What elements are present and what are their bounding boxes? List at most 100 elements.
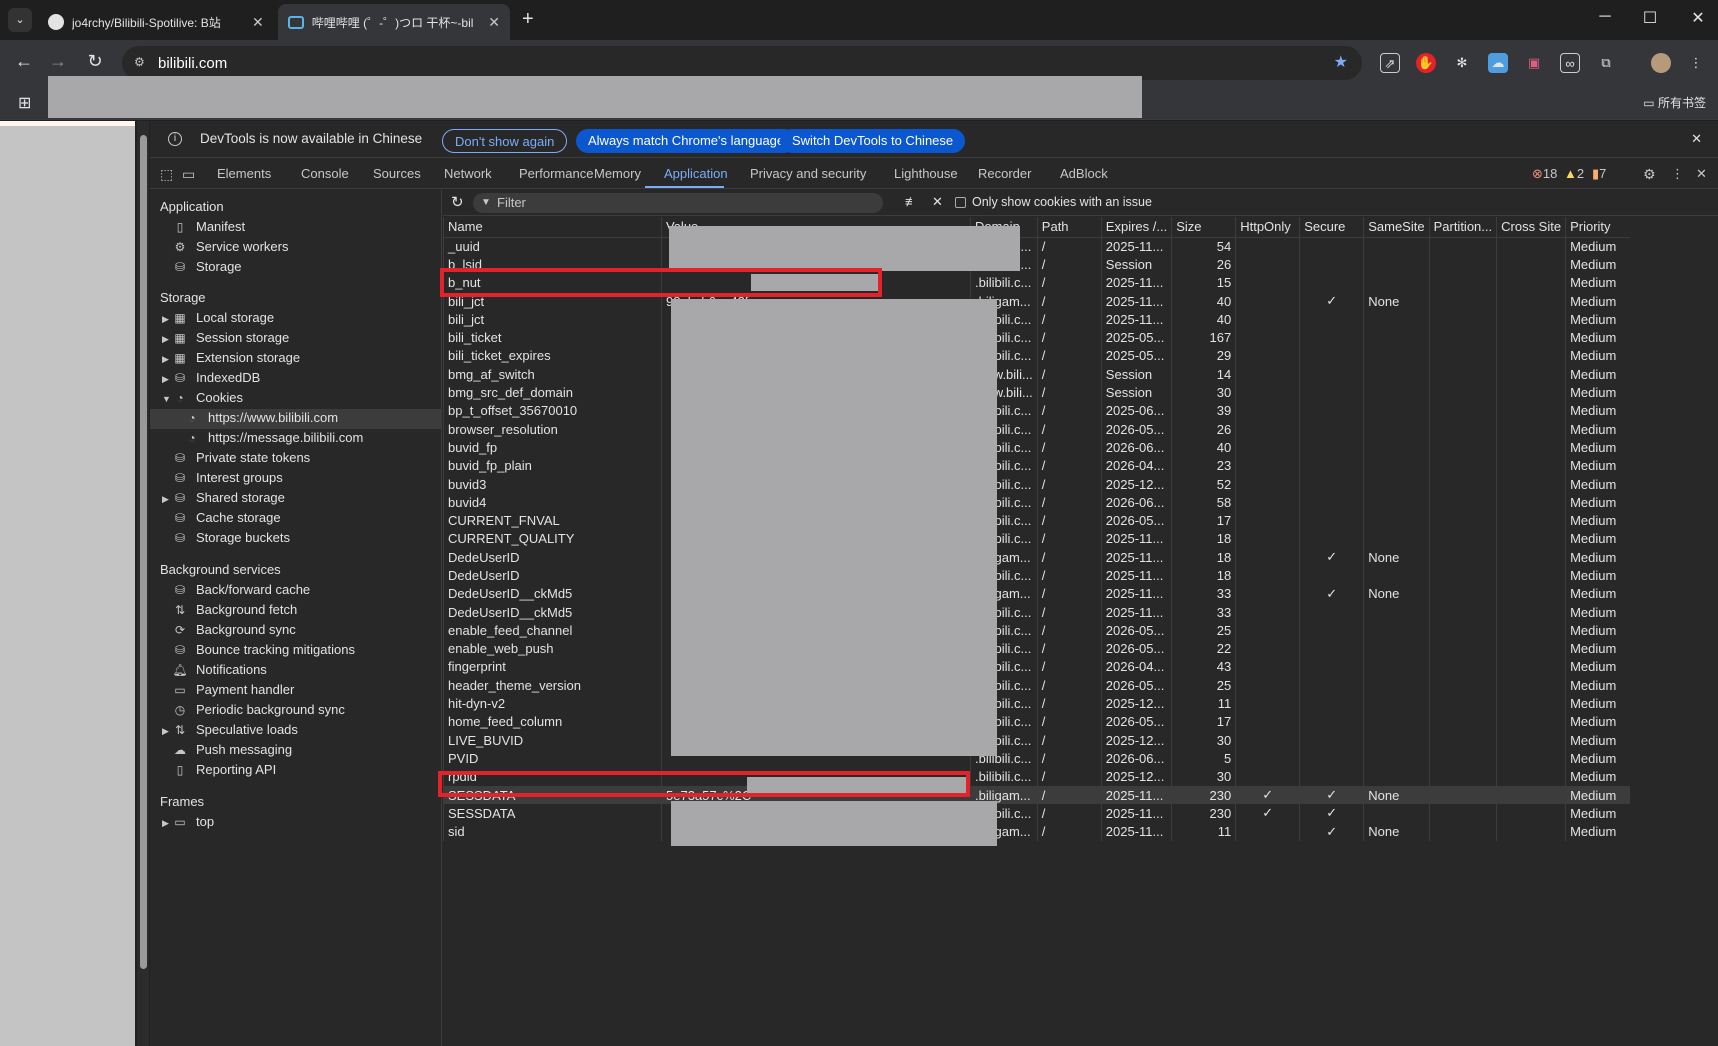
- sidebar-item-periodic-sync[interactable]: ◷ Periodic background sync: [172, 702, 345, 717]
- tab-console[interactable]: Console: [301, 166, 349, 181]
- expand-arrow-icon[interactable]: ▶: [162, 354, 169, 365]
- column-header[interactable]: Path: [1036, 217, 1102, 238]
- apps-grid-icon[interactable]: ⊞: [18, 93, 31, 113]
- tab-search-button[interactable]: ⌄: [8, 8, 32, 32]
- dont-show-again-button[interactable]: Don't show again: [442, 129, 568, 153]
- sidebar-item-bfcache[interactable]: ⛁ Back/forward cache: [172, 582, 310, 597]
- sidebar-item-reporting-api[interactable]: ▯ Reporting API: [172, 762, 277, 777]
- column-header[interactable]: Priority: [1565, 217, 1630, 238]
- tab-privacy-security[interactable]: Privacy and security: [750, 166, 866, 181]
- expand-arrow-icon[interactable]: ▶: [162, 726, 169, 737]
- column-header[interactable]: Cross Site: [1496, 217, 1566, 238]
- close-infobar-icon[interactable]: ✕: [1691, 131, 1702, 147]
- address-bar[interactable]: ⚙ bilibili.com ★: [122, 46, 1362, 80]
- tab-recorder[interactable]: Recorder: [978, 166, 1031, 181]
- table-row[interactable]: buvid_fp .bilibili.c.../2026-06... 40 Mediu…: [443, 438, 1630, 457]
- table-row[interactable]: enable_web_push .bilibili.c.../2026-05...…: [443, 639, 1630, 658]
- tab-lighthouse[interactable]: Lighthouse: [894, 166, 958, 181]
- sidebar-item-frame-top[interactable]: ▭ top: [172, 814, 214, 829]
- close-tab-icon[interactable]: ✕: [252, 14, 264, 31]
- collapse-arrow-icon[interactable]: ▼: [162, 394, 171, 404]
- sidebar-item-background-sync[interactable]: ⟳ Background sync: [172, 622, 296, 637]
- match-language-button[interactable]: Always match Chrome's language: [576, 129, 797, 153]
- scrollbar-thumb[interactable]: [140, 135, 147, 969]
- expand-arrow-icon[interactable]: ▶: [162, 314, 169, 325]
- browser-tab-bilibili[interactable]: 哔哩哔哩 (゜-゜)つロ 干杯~-bil ✕: [278, 4, 510, 40]
- error-count[interactable]: ⊗18: [1532, 166, 1557, 182]
- column-header[interactable]: Size: [1171, 217, 1236, 238]
- extension-icon-4[interactable]: ☁: [1488, 53, 1508, 73]
- browser-menu-icon[interactable]: ⋮: [1686, 53, 1706, 73]
- table-row[interactable]: bmg_af_switch www.bili... / Session 14 Medium: [443, 365, 1630, 384]
- sidebar-item-shared-storage[interactable]: ⛁ Shared storage: [172, 490, 285, 505]
- table-row[interactable]: browser_resolution .bilibili.c.../2026-05…: [443, 419, 1630, 439]
- expand-arrow-icon[interactable]: ▶: [162, 818, 169, 829]
- reload-icon[interactable]: ↻: [83, 51, 107, 72]
- table-row[interactable]: fingerprint .bilibili.c.../2026-04... 43 Me…: [443, 657, 1630, 677]
- sidebar-item-manifest[interactable]: ▯ Manifest: [172, 219, 245, 234]
- sidebar-item-payment-handler[interactable]: ▭ Payment handler: [172, 682, 294, 697]
- column-header[interactable]: Expires /...: [1100, 217, 1172, 238]
- expand-arrow-icon[interactable]: ▶: [162, 374, 169, 385]
- sidebar-item-private-state-tokens[interactable]: ⛁ Private state tokens: [172, 450, 310, 465]
- table-row[interactable]: CURRENT_FNVAL .bilibili.c.../2026-05... 17…: [443, 511, 1630, 530]
- table-row[interactable]: DedeUserID__ckMd5 .bilibili.c.../2025-11.…: [443, 602, 1630, 622]
- site-info-icon[interactable]: ⚙: [134, 55, 145, 69]
- browser-tab-github[interactable]: jo4rchy/Bilibili-Spotilive: B站 ✕: [38, 4, 276, 40]
- table-row[interactable]: buvid3 .bilibili.c.../2025-12... 52 Medium: [443, 474, 1630, 494]
- warning-count[interactable]: ▲2: [1564, 166, 1584, 181]
- sidebar-item-background-fetch[interactable]: ⇅ Background fetch: [172, 602, 297, 617]
- table-row[interactable]: home_feed_column .bilibili.c.../2026-05..…: [443, 712, 1630, 732]
- tab-application[interactable]: Application: [664, 166, 728, 181]
- clear-filtered-icon[interactable]: ≢: [905, 194, 918, 209]
- sidebar-item-cookie-origin-www[interactable]: ◔ https://www.bilibili.com: [184, 410, 338, 425]
- page-scrollbar[interactable]: [137, 121, 149, 1046]
- bookmark-star-icon[interactable]: ★: [1334, 52, 1348, 72]
- table-row[interactable]: _uuid.bilibili.c.../2025-11...54Medium: [443, 237, 1630, 256]
- minimize-icon[interactable]: ─: [1590, 8, 1620, 26]
- sidebar-item-bounce-tracking[interactable]: ⛁ Bounce tracking mitigations: [172, 642, 355, 657]
- close-window-icon[interactable]: ✕: [1683, 8, 1713, 28]
- table-row[interactable]: DedeUserID__ckMd5 .biligam.../2025-11... 3…: [443, 584, 1630, 603]
- column-header[interactable]: Secure: [1299, 217, 1364, 238]
- switch-to-chinese-button[interactable]: Switch DevTools to Chinese: [780, 129, 966, 153]
- column-header[interactable]: Partition...: [1428, 217, 1497, 238]
- table-row[interactable]: sid .biligam.../2025-11... 11 ✓ None Medium: [443, 822, 1630, 841]
- table-row[interactable]: buvid4 .bilibili.c.../2026-06... 58 Medium: [443, 493, 1630, 512]
- column-header[interactable]: Name: [443, 217, 662, 238]
- table-row[interactable]: enable_feed_channel .bilibili.c.../2026-0…: [443, 621, 1630, 640]
- table-row[interactable]: bili_jct .bilibili.c.../2025-11... 40 Mediu…: [443, 310, 1630, 329]
- tab-memory[interactable]: Memory: [594, 166, 641, 181]
- issue-count[interactable]: ▮7: [1592, 166, 1606, 182]
- tab-elements[interactable]: Elements: [217, 166, 271, 181]
- inspect-element-icon[interactable]: ⬚: [160, 166, 173, 183]
- refresh-icon[interactable]: ↻: [451, 193, 464, 211]
- table-row[interactable]: SESSDATA .bilibili.c.../2025-11... 230 ✓ ✓ Me…: [443, 804, 1630, 823]
- sidebar-item-service-workers[interactable]: ⚙ Service workers: [172, 239, 289, 254]
- tab-sources[interactable]: Sources: [373, 166, 421, 181]
- sidebar-item-storage-buckets[interactable]: ⛁ Storage buckets: [172, 530, 290, 545]
- table-row[interactable]: bmg_src_def_domain www.bili... / Session 30 M…: [443, 383, 1630, 402]
- sidebar-item-cache-storage[interactable]: ⛁ Cache storage: [172, 510, 281, 525]
- profile-avatar[interactable]: [1651, 53, 1671, 73]
- sidebar-item-local-storage[interactable]: ▦ Local storage: [172, 310, 274, 325]
- delete-selected-icon[interactable]: ✕: [932, 194, 943, 210]
- sidebar-item-interest-groups[interactable]: ⛁ Interest groups: [172, 470, 283, 485]
- table-row[interactable]: buvid_fp_plain .bilibili.c.../2026-04... 2…: [443, 456, 1630, 475]
- tab-network[interactable]: Network: [444, 166, 492, 181]
- extension-icon-adblock[interactable]: ✋: [1416, 53, 1436, 73]
- sidebar-item-extension-storage[interactable]: ▦ Extension storage: [172, 350, 300, 365]
- settings-gear-icon[interactable]: ⚙: [1643, 166, 1656, 183]
- table-row[interactable]: DedeUserID .bilibili.c.../2025-11... 18 Med…: [443, 566, 1630, 585]
- back-icon[interactable]: ←: [12, 51, 36, 72]
- extension-icon-1[interactable]: ⇗: [1380, 53, 1400, 73]
- sidebar-item-speculative-loads[interactable]: ⇅ Speculative loads: [172, 722, 298, 737]
- new-tab-button[interactable]: +: [522, 8, 534, 31]
- close-devtools-icon[interactable]: ✕: [1696, 166, 1707, 182]
- sidebar-item-push-messaging[interactable]: ☁ Push messaging: [172, 742, 292, 757]
- sidebar-item-session-storage[interactable]: ▦ Session storage: [172, 330, 289, 345]
- tab-adblock[interactable]: AdBlock: [1060, 166, 1108, 181]
- extensions-puzzle-icon[interactable]: ⧉: [1596, 53, 1616, 73]
- tab-performance[interactable]: Performance: [519, 166, 593, 181]
- extension-icon-6[interactable]: ∞: [1560, 53, 1580, 73]
